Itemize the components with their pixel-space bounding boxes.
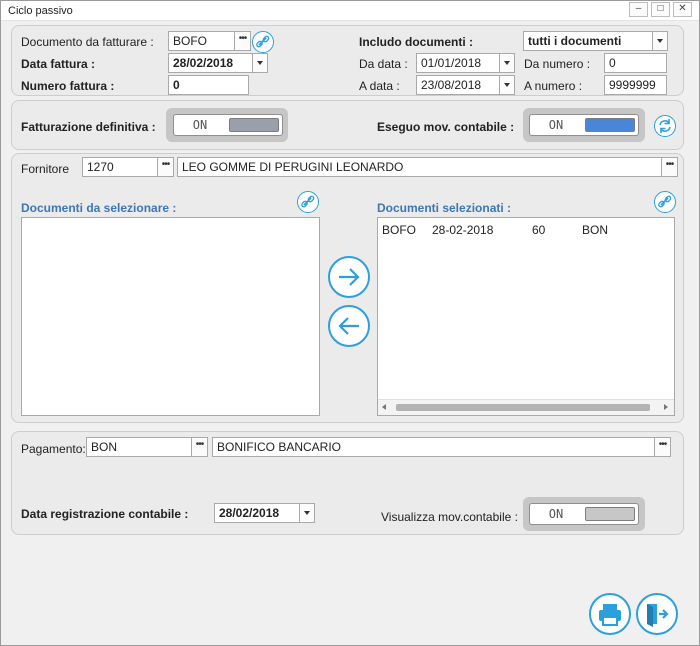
print-button[interactable] bbox=[589, 593, 631, 635]
da-numero-label: Da numero : bbox=[524, 57, 591, 71]
list-item[interactable]: BOFO 28-02-2018 60 BON bbox=[378, 223, 674, 239]
visualizza-toggle[interactable]: ON bbox=[529, 503, 639, 525]
visualizza-label: Visualizza mov.contabile : bbox=[381, 510, 518, 524]
a-data-input[interactable]: 23/08/2018 bbox=[416, 75, 502, 95]
data-fattura-input[interactable]: 28/02/2018 bbox=[168, 53, 254, 73]
fornitore-name-input[interactable]: LEO GOMME DI PERUGINI LEONARDO bbox=[177, 157, 663, 177]
data-registrazione-label: Data registrazione contabile : bbox=[21, 507, 189, 521]
fornitore-name-browse-button[interactable]: ••• bbox=[661, 157, 678, 177]
row-payment: BON bbox=[582, 223, 609, 237]
documento-input[interactable]: BOFO bbox=[168, 31, 236, 51]
row-type: BOFO bbox=[382, 223, 417, 237]
title-bar: Ciclo passivo – □ ✕ bbox=[1, 1, 699, 21]
exit-button[interactable] bbox=[636, 593, 678, 635]
data-registrazione-dropdown[interactable] bbox=[299, 503, 315, 523]
selected-documents-list[interactable]: BOFO 28-02-2018 60 BON bbox=[377, 217, 675, 416]
a-data-dropdown[interactable] bbox=[499, 75, 515, 95]
arrow-left-icon bbox=[338, 317, 359, 335]
includo-label: Includo documenti : bbox=[359, 35, 473, 49]
da-numero-input[interactable]: 0 bbox=[604, 53, 667, 73]
add-document-button[interactable] bbox=[328, 256, 370, 298]
data-registrazione-input[interactable]: 28/02/2018 bbox=[214, 503, 300, 523]
a-numero-label: A numero : bbox=[524, 79, 583, 93]
eseguo-toggle-knob bbox=[585, 118, 635, 132]
maximize-button[interactable]: □ bbox=[651, 2, 670, 17]
scroll-right-icon[interactable] bbox=[664, 404, 668, 410]
pagamento-code-browse-button[interactable]: ••• bbox=[191, 437, 208, 457]
a-numero-input[interactable]: 9999999 bbox=[604, 75, 667, 95]
available-documents-title: Documenti da selezionare : bbox=[21, 201, 177, 215]
fatturazione-toggle-state: ON bbox=[192, 118, 208, 132]
link-icon[interactable] bbox=[252, 31, 274, 53]
printer-icon bbox=[599, 604, 621, 626]
visualizza-toggle-knob bbox=[585, 507, 635, 521]
available-documents-list[interactable] bbox=[21, 217, 320, 416]
documento-browse-button[interactable]: ••• bbox=[234, 31, 251, 51]
eseguo-toggle-state: ON bbox=[548, 118, 564, 132]
window-title: Ciclo passivo bbox=[8, 5, 73, 17]
data-fattura-label: Data fattura : bbox=[21, 57, 96, 71]
scrollbar-thumb[interactable] bbox=[396, 404, 650, 411]
pagamento-code-input[interactable]: BON bbox=[86, 437, 192, 457]
numero-fattura-input[interactable]: 0 bbox=[168, 75, 249, 95]
minimize-button[interactable]: – bbox=[629, 2, 648, 17]
horizontal-scrollbar[interactable] bbox=[378, 399, 674, 415]
eseguo-toggle[interactable]: ON bbox=[529, 114, 639, 136]
a-data-label: A data : bbox=[359, 79, 400, 93]
data-fattura-dropdown[interactable] bbox=[252, 53, 268, 73]
link-icon[interactable] bbox=[654, 191, 676, 213]
row-date: 28-02-2018 bbox=[432, 223, 494, 237]
selected-documents-title: Documenti selezionati : bbox=[377, 201, 512, 215]
includo-select[interactable]: tutti i documenti bbox=[523, 31, 657, 51]
numero-fattura-label: Numero fattura : bbox=[21, 79, 115, 93]
fornitore-code-browse-button[interactable]: ••• bbox=[157, 157, 174, 177]
pagamento-description-input[interactable]: BONIFICO BANCARIO bbox=[212, 437, 656, 457]
main-window: Ciclo passivo – □ ✕ Documento da fattura… bbox=[0, 0, 700, 646]
fornitore-label: Fornitore bbox=[21, 162, 70, 176]
eseguo-label: Eseguo mov. contabile : bbox=[377, 120, 515, 134]
fatturazione-toggle[interactable]: ON bbox=[173, 114, 283, 136]
visualizza-toggle-state: ON bbox=[548, 507, 564, 521]
includo-dropdown[interactable] bbox=[652, 31, 668, 51]
da-data-dropdown[interactable] bbox=[499, 53, 515, 73]
pagamento-description-browse-button[interactable]: ••• bbox=[654, 437, 671, 457]
arrow-right-icon bbox=[339, 268, 360, 286]
link-icon[interactable] bbox=[297, 191, 319, 213]
close-button[interactable]: ✕ bbox=[673, 2, 692, 17]
refresh-icon[interactable] bbox=[654, 115, 676, 137]
row-number: 60 bbox=[532, 223, 546, 237]
scroll-left-icon[interactable] bbox=[382, 404, 386, 410]
fatturazione-label: Fatturazione definitiva : bbox=[21, 120, 156, 134]
da-data-label: Da data : bbox=[359, 57, 408, 71]
documento-label: Documento da fatturare : bbox=[21, 35, 154, 49]
exit-icon bbox=[647, 604, 669, 627]
fornitore-code-input[interactable]: 1270 bbox=[82, 157, 158, 177]
fatturazione-toggle-knob bbox=[229, 118, 279, 132]
remove-document-button[interactable] bbox=[328, 305, 370, 347]
da-data-input[interactable]: 01/01/2018 bbox=[416, 53, 502, 73]
pagamento-label: Pagamento: bbox=[21, 442, 86, 456]
